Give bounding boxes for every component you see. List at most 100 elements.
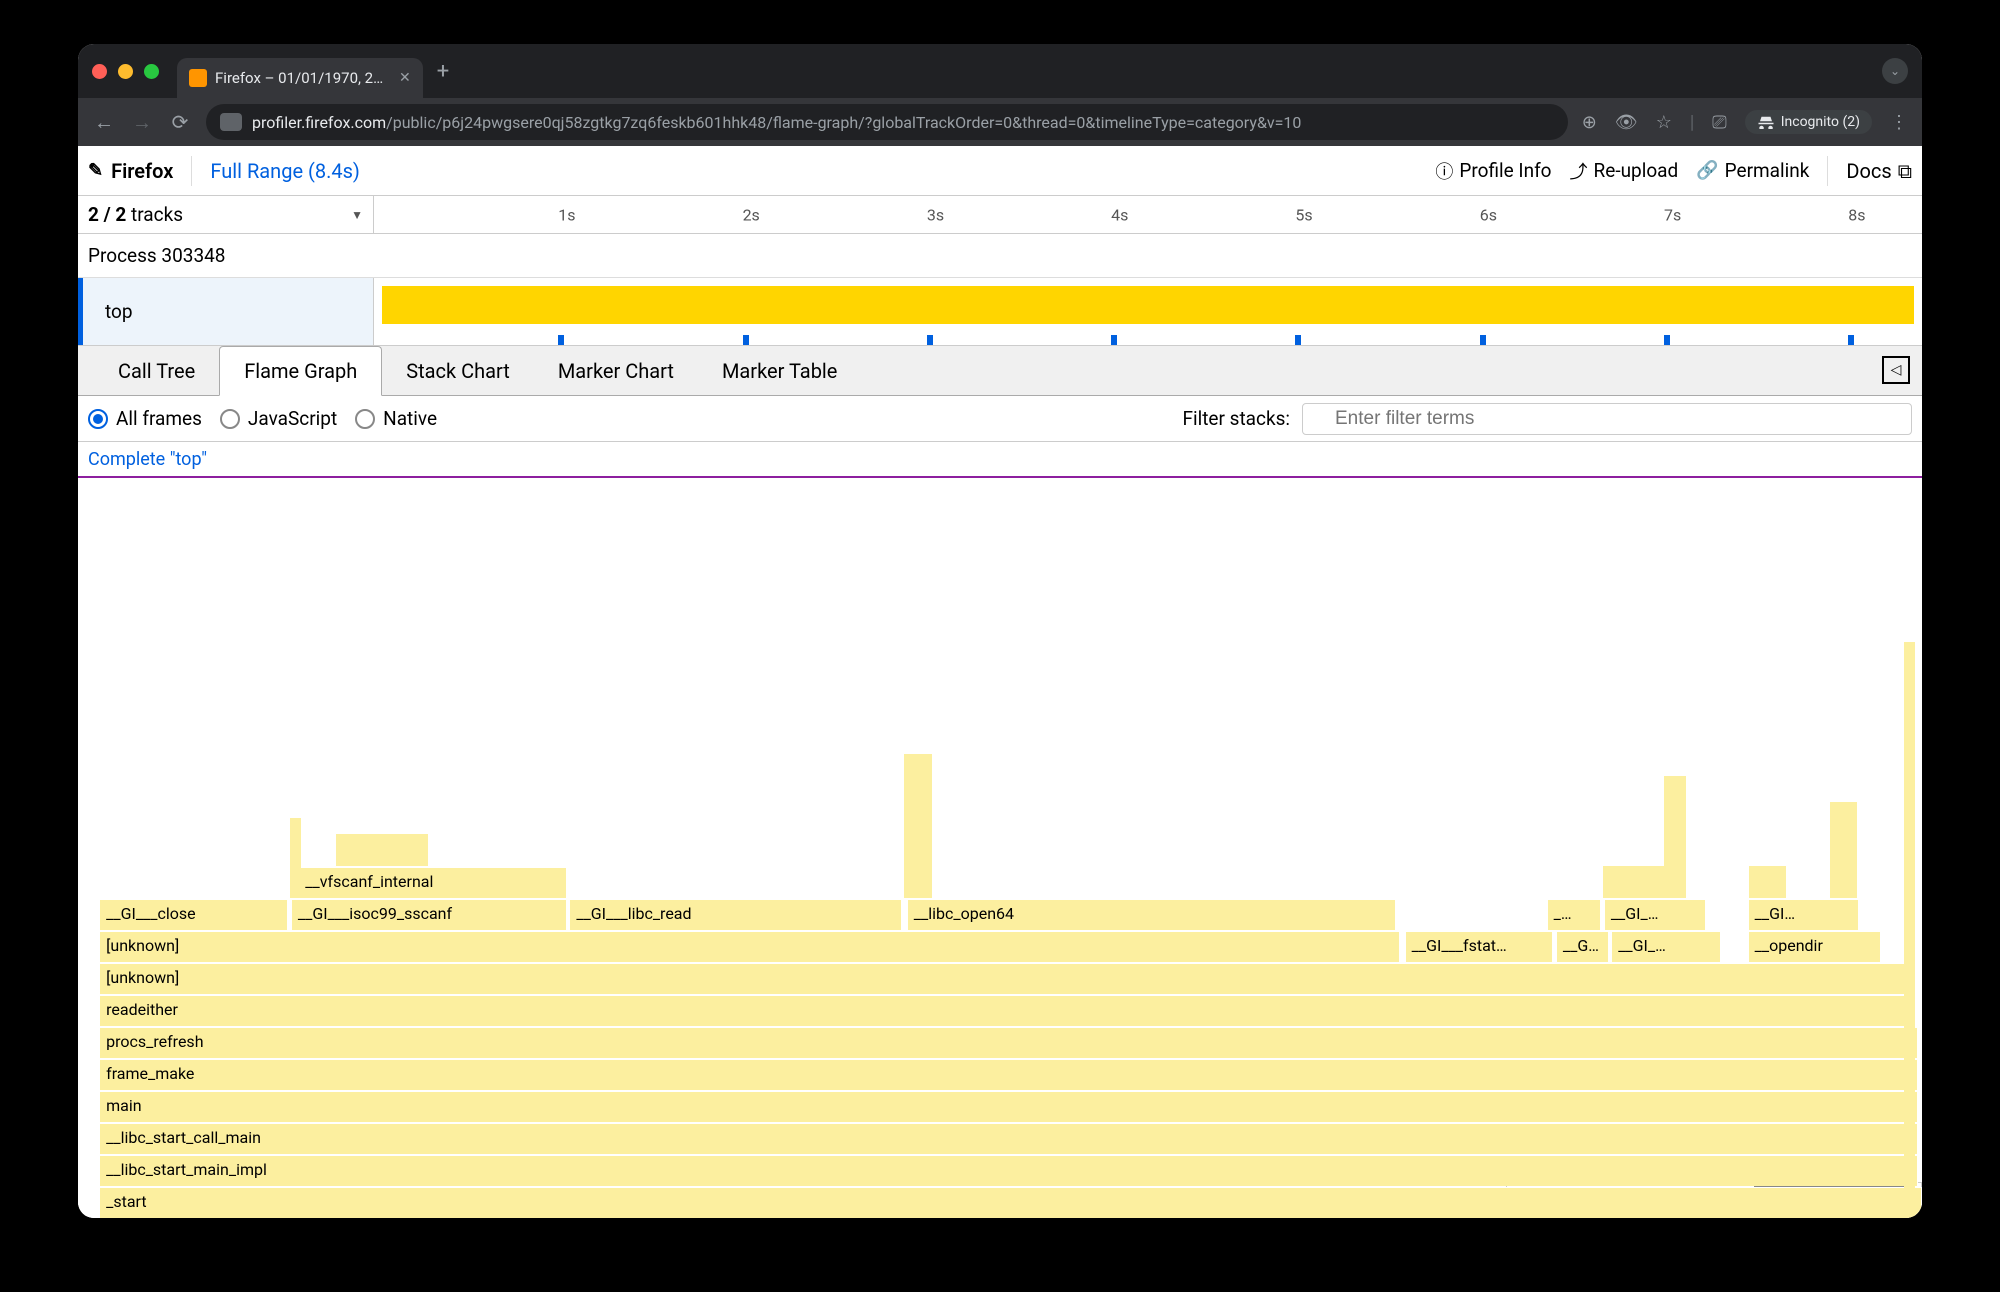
link-icon: 🔗 [1696,160,1718,181]
flame-frame[interactable]: _… [1548,899,1601,930]
maximize-window-icon[interactable] [144,64,159,79]
flame-frame[interactable]: procs_refresh [100,1027,1918,1058]
upload-icon: ⤴ [1570,158,1588,184]
radio-all-frames[interactable]: All frames [88,407,202,430]
flame-spike[interactable] [904,754,932,898]
reupload-button[interactable]: ⤴ Re-upload [1570,158,1679,184]
timeline-ruler[interactable]: 1s2s3s4s5s6s7s8s [374,196,1922,233]
tab-title: Firefox – 01/01/1970, 20:58:5 [215,69,385,87]
flame-spike[interactable] [1904,642,1915,1218]
flame-frame[interactable]: __GI___close [100,899,288,930]
new-tab-button[interactable]: + [437,59,449,84]
flame-frame[interactable]: __GI___isoc99_sscanf [292,899,567,930]
browser-window: Firefox – 01/01/1970, 20:58:5 ✕ + ⌄ ← → … [78,44,1922,1218]
tracks-header: 2 / 2 tracks ▼ 1s2s3s4s5s6s7s8s [78,196,1922,234]
sidebar-toggle-icon[interactable]: ◁ [1882,356,1910,384]
radio-javascript[interactable]: JavaScript [220,407,337,430]
flame-frame[interactable]: readeither [100,995,1914,1026]
divider [191,156,192,186]
permalink-button[interactable]: 🔗 Permalink [1696,159,1809,182]
eye-blocked-icon[interactable]: 👁 [1615,112,1638,133]
brand[interactable]: ✎ Firefox [88,159,173,183]
flame-frame[interactable]: [unknown] [100,931,1400,962]
tick-mark [1295,335,1301,345]
reload-button[interactable]: ⟳ [168,110,192,134]
cast-icon[interactable]: ⎚ [1712,112,1726,133]
breadcrumb[interactable]: Complete "top" [88,449,207,470]
flame-frame[interactable]: [unknown] [100,963,1914,994]
close-window-icon[interactable] [92,64,107,79]
brand-label: Firefox [111,159,173,183]
filter-stacks-input[interactable] [1302,403,1912,435]
flame-frame[interactable]: __vfscanf_internal [299,867,566,898]
tab-list-chevron-icon[interactable]: ⌄ [1882,58,1908,84]
zoom-icon[interactable]: ⊕ [1582,112,1597,133]
url-bar[interactable]: profiler.firefox.com/public/p6j24pwgsere… [206,104,1568,140]
radio-native[interactable]: Native [355,407,437,430]
flame-frame[interactable]: main [100,1091,1918,1122]
profiler-header: ✎ Firefox Full Range (8.4s) ⓘ Profile In… [78,146,1922,196]
flame-frame[interactable]: __GI___libc_read [570,899,902,930]
flame-spike[interactable] [336,834,428,866]
permalink-label: Permalink [1725,159,1810,182]
tab-call-tree[interactable]: Call Tree [94,347,219,395]
tick-label: 3s [927,205,944,224]
tab-marker-table[interactable]: Marker Table [698,347,861,395]
forward-button[interactable]: → [130,110,154,135]
flame-frame[interactable]: _start [100,1187,1922,1218]
minimize-window-icon[interactable] [118,64,133,79]
tick-mark [1848,335,1854,345]
flame-graph-area[interactable]: ✕ Legal Privacy Cookies English (GB) _st… [78,478,1922,1218]
flame-frame[interactable]: __GI… [1749,899,1860,930]
bookmark-star-icon[interactable]: ☆ [1656,112,1672,133]
filter-row: All framesJavaScriptNative Filter stacks… [78,396,1922,442]
flame-spike[interactable] [1749,866,1786,898]
pencil-icon: ✎ [88,160,103,181]
activity-bar [382,286,1915,324]
tick-label: 5s [1295,205,1312,224]
incognito-badge[interactable]: Incognito (2) [1745,110,1872,134]
flame-frame[interactable]: __libc_start_main_impl [100,1155,1918,1186]
toolbar-icons: ⊕ 👁 ☆ | ⎚ Incognito (2) ⋮ [1582,110,1908,134]
radio-icon [355,409,375,429]
flame-frame[interactable]: frame_make [100,1059,1918,1090]
browser-menu-icon[interactable]: ⋮ [1890,112,1908,133]
range-link[interactable]: Full Range (8.4s) [210,159,359,183]
flame-spike[interactable] [1830,802,1858,898]
process-row[interactable]: Process 303348 [78,234,1922,278]
tick-label: 7s [1664,205,1681,224]
browser-tab[interactable]: Firefox – 01/01/1970, 20:58:5 ✕ [177,58,423,98]
tab-close-icon[interactable]: ✕ [399,70,411,86]
tab-marker-chart[interactable]: Marker Chart [534,347,698,395]
window-controls [92,64,159,79]
flame-frame[interactable]: __opendir [1749,931,1882,962]
flame-frame[interactable]: __libc_start_call_main [100,1123,1918,1154]
breadcrumb-row: Complete "top" [78,442,1922,478]
view-tabs: Call TreeFlame GraphStack ChartMarker Ch… [78,346,1922,396]
flame-frame[interactable]: __libc_open64 [908,899,1397,930]
site-settings-icon[interactable] [220,113,242,131]
radio-label: Native [383,407,437,430]
flame-frame[interactable]: __GI_… [1612,931,1721,962]
flame-spike[interactable] [290,818,301,898]
track-label[interactable]: top [78,278,374,345]
back-button[interactable]: ← [92,110,116,135]
docs-label: Docs [1846,159,1891,183]
url-text: profiler.firefox.com/public/p6j24pwgsere… [252,113,1301,132]
flame-spike[interactable] [1664,776,1686,898]
radio-label: All frames [116,407,202,430]
flame-frame[interactable]: __GI_… [1605,899,1706,930]
track-timeline[interactable] [374,278,1922,345]
tick-label: 6s [1480,205,1497,224]
tick-mark [1111,335,1117,345]
flame-frame[interactable]: __GI___fstat… [1406,931,1554,962]
profile-info-button[interactable]: ⓘ Profile Info [1435,158,1551,184]
tracks-count-dropdown[interactable]: 2 / 2 tracks ▼ [78,196,374,233]
tab-flame-graph[interactable]: Flame Graph [219,346,382,396]
flame-spike[interactable] [1603,866,1668,898]
flame-frame[interactable]: __GI_… [1557,931,1609,962]
profiler-app: ✎ Firefox Full Range (8.4s) ⓘ Profile In… [78,146,1922,1218]
docs-button[interactable]: Docs ⧉ [1846,159,1912,183]
tab-stack-chart[interactable]: Stack Chart [382,347,534,395]
tick-mark [927,335,933,345]
